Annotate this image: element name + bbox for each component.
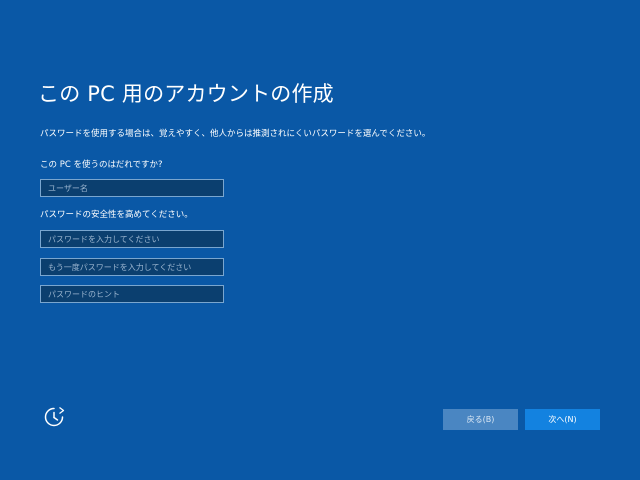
page-title: この PC 用のアカウントの作成 xyxy=(38,82,334,106)
next-button[interactable]: 次へ(N) xyxy=(525,409,600,430)
page-description: パスワードを使用する場合は、覚えやすく、他人からは推測されにくいパスワードを選ん… xyxy=(40,129,431,139)
username-input[interactable] xyxy=(40,179,224,197)
password-hint-input[interactable] xyxy=(40,285,224,303)
password-input[interactable] xyxy=(40,230,224,248)
password-section-label: パスワードの安全性を高めてください。 xyxy=(40,210,193,220)
ease-of-access-button[interactable] xyxy=(43,406,65,428)
back-button[interactable]: 戻る(B) xyxy=(443,409,518,430)
password-confirm-input[interactable] xyxy=(40,258,224,276)
username-label: この PC を使うのはだれですか? xyxy=(40,160,163,170)
ease-of-access-icon xyxy=(44,406,65,427)
